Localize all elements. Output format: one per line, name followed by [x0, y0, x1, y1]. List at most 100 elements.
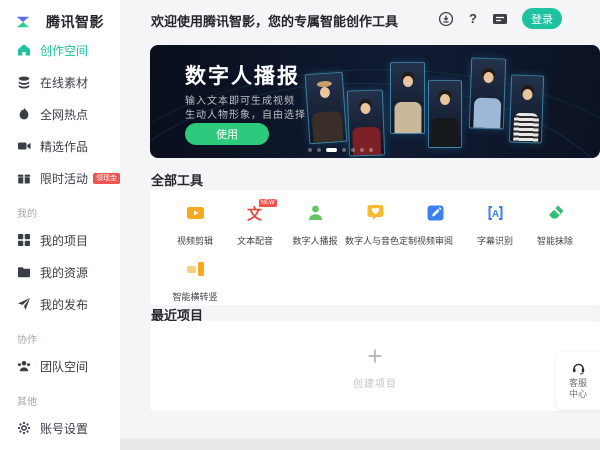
paper-plane-icon — [17, 297, 31, 311]
layers-icon — [17, 75, 31, 89]
tool-video-editing[interactable]: 视频剪辑 — [165, 203, 225, 247]
create-project-label: 创建项目 — [353, 375, 397, 390]
sidebar-item-label: 限时活动 — [40, 170, 88, 187]
carousel-dot[interactable] — [369, 148, 373, 152]
sidebar-item-my-projects[interactable]: 我的项目 — [0, 224, 120, 256]
sidebar-item-my-publications[interactable]: 我的发布 — [0, 288, 120, 320]
welcome-text: 欢迎使用腾讯智影，您的专属智能创作工具 — [151, 11, 398, 30]
svg-text:A: A — [491, 209, 498, 220]
hero-banner[interactable]: 数字人播报 输入文本即可生成视频 生动人物形象，自由选择 使用 — [150, 45, 600, 158]
sidebar-section-collaboration: 协作 — [0, 332, 120, 350]
flame-icon — [17, 107, 31, 121]
tool-smart-erase[interactable]: 智能抹除 — [525, 203, 585, 247]
download-client-icon[interactable] — [438, 11, 454, 27]
gear-icon — [17, 421, 31, 435]
grid-icon — [17, 233, 31, 247]
tool-horizontal-to-vertical[interactable]: 智能横转竖 — [165, 259, 225, 303]
carousel-dot-active[interactable] — [326, 148, 337, 152]
tool-text-to-speech[interactable]: 文NEW 文本配音 — [225, 203, 285, 247]
tool-label: 字幕识别 — [465, 234, 525, 247]
digital-human-avatar — [428, 80, 462, 148]
tool-label: 视频审阅 — [405, 234, 465, 247]
text-dub-icon: 文NEW — [245, 203, 266, 223]
sidebar-item-creation-space[interactable]: 创作空间 — [0, 34, 120, 66]
help-icon[interactable]: ? — [466, 11, 480, 26]
digital-human-avatar — [469, 57, 506, 129]
gift-icon — [17, 171, 31, 185]
sidebar-item-label: 我的项目 — [40, 232, 88, 249]
banner-title: 数字人播报 — [185, 60, 300, 90]
create-project-button[interactable]: + 创建项目 — [353, 343, 397, 390]
banner-subtitle-line2: 生动人物形象，自由选择 — [185, 106, 306, 121]
carousel-dots — [150, 148, 530, 152]
sidebar-nav: 创作空间 在线素材 全网热点 精选作品 限时活动 领现金 我的 我的项目 我的资… — [0, 34, 120, 444]
sidebar-item-label: 我的发布 — [40, 296, 88, 313]
sidebar-item-team-space[interactable]: 团队空间 — [0, 350, 120, 382]
sidebar-item-label: 我的资源 — [40, 264, 88, 281]
tool-voice-customization[interactable]: 数字人与音色定制 — [345, 203, 405, 247]
review-pencil-icon — [425, 203, 446, 223]
tools-card: 视频剪辑 文NEW 文本配音 数字人播报 数字人与音色定制 视频审阅 A 字幕识… — [150, 190, 600, 305]
brand-logo[interactable]: 腾讯智影 — [0, 0, 120, 32]
sidebar-item-online-assets[interactable]: 在线素材 — [0, 66, 120, 98]
digital-human-avatar — [509, 74, 544, 143]
banner-subtitle-line1: 输入文本即可生成视频 — [185, 92, 295, 107]
sidebar-item-account-settings[interactable]: 账号设置 — [0, 412, 120, 444]
recent-projects-card: + 创建项目 — [150, 321, 600, 411]
sidebar-item-my-resources[interactable]: 我的资源 — [0, 256, 120, 288]
tool-label: 数字人播报 — [285, 234, 345, 247]
new-badge: NEW — [259, 199, 277, 207]
tool-video-review[interactable]: 视频审阅 — [405, 203, 465, 247]
tool-label: 智能横转竖 — [165, 290, 225, 303]
home-icon — [17, 43, 31, 57]
bottom-divider — [120, 438, 600, 450]
eraser-icon — [545, 203, 566, 223]
sidebar-item-label: 团队空间 — [40, 358, 88, 375]
subtitle-brackets-icon: A — [485, 203, 506, 223]
tool-label: 数字人与音色定制 — [345, 234, 405, 247]
tools-section-title: 全部工具 — [151, 170, 203, 189]
video-camera-icon — [17, 139, 31, 153]
plus-icon: + — [367, 343, 382, 369]
sidebar-section-mine: 我的 — [0, 206, 120, 224]
team-icon — [17, 359, 31, 373]
headset-icon — [571, 360, 586, 375]
rotate-orientation-icon — [185, 259, 206, 279]
sidebar-item-limited-event[interactable]: 限时活动 领现金 — [0, 162, 120, 194]
tool-subtitle-recognition[interactable]: A 字幕识别 — [465, 203, 525, 247]
sidebar-item-label: 精选作品 — [40, 138, 88, 155]
sidebar-item-label: 在线素材 — [40, 74, 88, 91]
sidebar-item-featured-works[interactable]: 精选作品 — [0, 130, 120, 162]
brand-name: 腾讯智影 — [46, 12, 104, 32]
carousel-dot[interactable] — [308, 148, 312, 152]
carousel-dot[interactable] — [317, 148, 321, 152]
carousel-dot[interactable] — [360, 148, 364, 152]
customer-service-label: 客服中心 — [569, 378, 587, 400]
customer-service-widget[interactable]: 客服中心 — [556, 352, 600, 409]
carousel-dot[interactable] — [342, 148, 346, 152]
sidebar-section-other: 其他 — [0, 394, 120, 412]
video-edit-icon — [185, 203, 206, 223]
digital-human-avatar — [390, 62, 425, 134]
tool-digital-human-broadcast[interactable]: 数字人播报 — [285, 203, 345, 247]
feedback-icon[interactable] — [492, 11, 508, 27]
sidebar: 腾讯智影 创作空间 在线素材 全网热点 精选作品 限时活动 领现金 我的 我的项… — [0, 0, 120, 450]
heart-bubble-icon — [365, 203, 386, 223]
sidebar-item-label: 创作空间 — [40, 42, 88, 59]
login-button[interactable]: 登录 — [522, 8, 562, 29]
sidebar-item-trending[interactable]: 全网热点 — [0, 98, 120, 130]
zhiying-logo-icon — [16, 15, 30, 29]
header-actions: ? 登录 — [438, 8, 562, 29]
event-badge: 领现金 — [93, 173, 120, 184]
sidebar-item-label: 全网热点 — [40, 106, 88, 123]
tool-label: 视频剪辑 — [165, 234, 225, 247]
digital-human-icon — [305, 203, 326, 223]
folder-icon — [17, 265, 31, 279]
digital-human-avatar — [347, 89, 385, 156]
carousel-dot[interactable] — [351, 148, 355, 152]
sidebar-item-label: 账号设置 — [40, 420, 88, 437]
svg-text:文: 文 — [246, 205, 262, 223]
digital-human-avatar — [305, 72, 348, 144]
banner-use-button[interactable]: 使用 — [185, 123, 269, 145]
tool-label: 智能抹除 — [525, 234, 585, 247]
